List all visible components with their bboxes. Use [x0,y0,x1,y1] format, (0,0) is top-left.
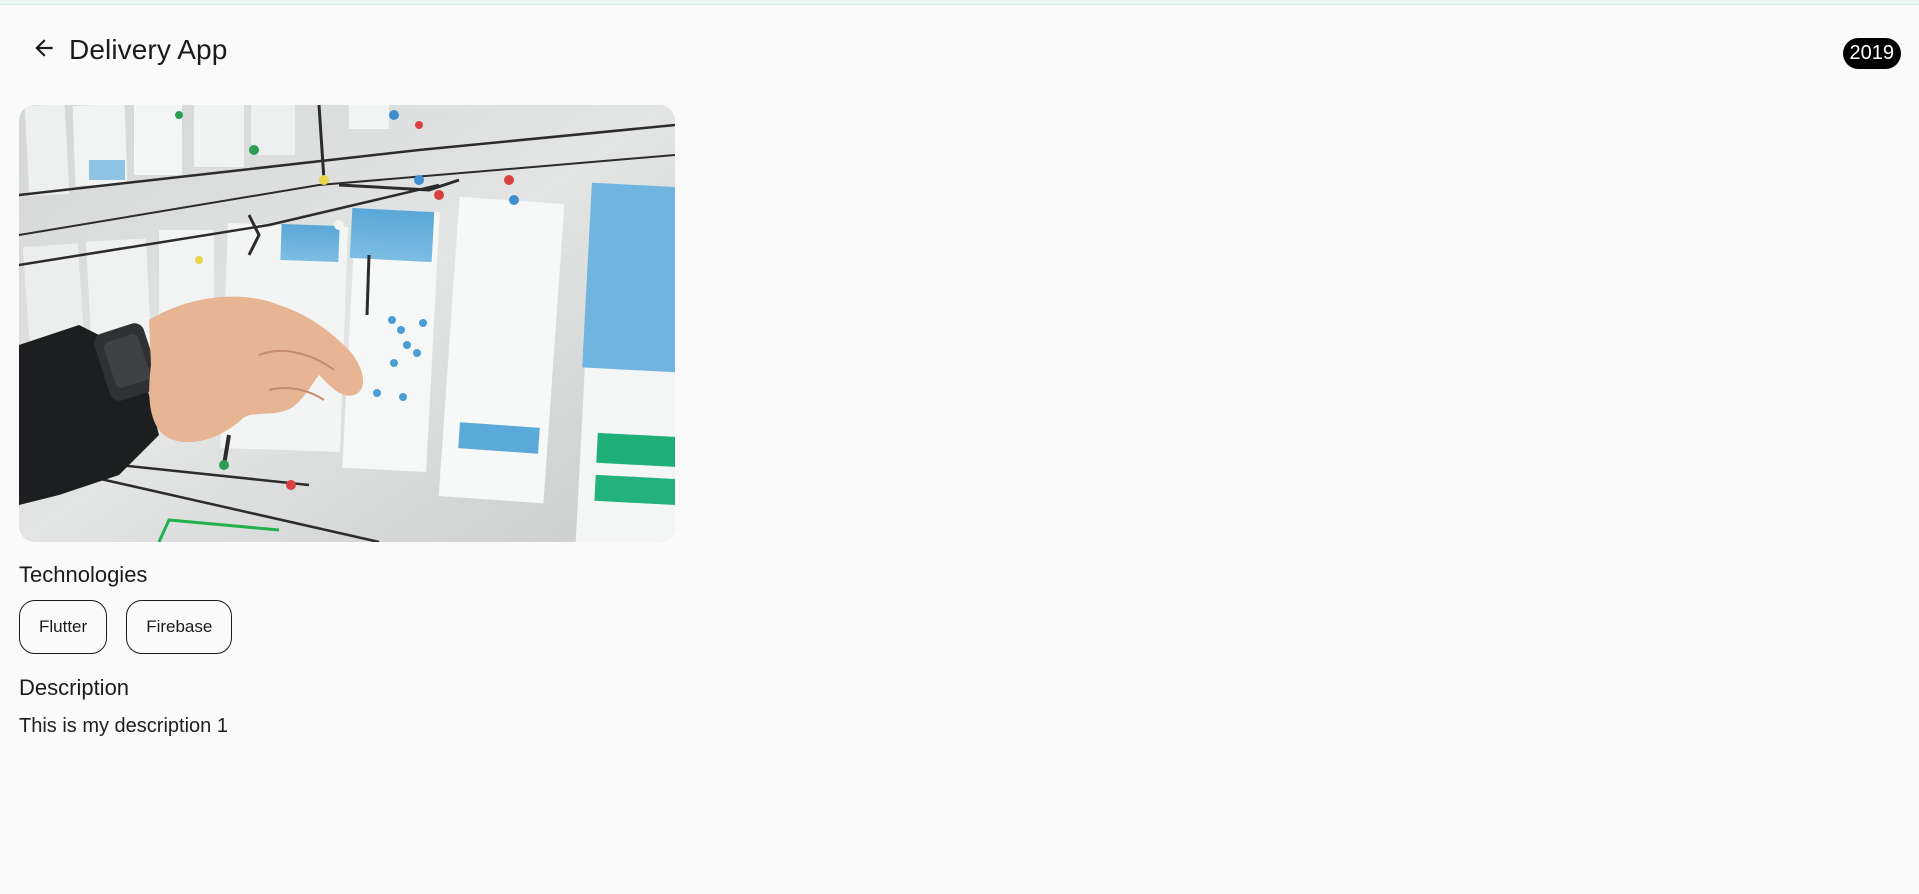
technology-chips: Flutter Firebase [19,600,233,654]
technologies-heading: Technologies [19,562,148,587]
description-heading: Description [19,675,130,700]
chip-flutter[interactable]: Flutter [19,600,108,654]
page-title: Delivery App [69,34,228,65]
project-image [19,105,675,542]
back-button[interactable] [24,30,64,70]
description-text: This is my description 1 [19,715,228,737]
chip-firebase[interactable]: Firebase [126,600,233,654]
year-badge: 2019 [1842,38,1901,69]
arrow-back-icon [31,35,57,66]
app-bar: Delivery App 2019 [0,4,1919,94]
